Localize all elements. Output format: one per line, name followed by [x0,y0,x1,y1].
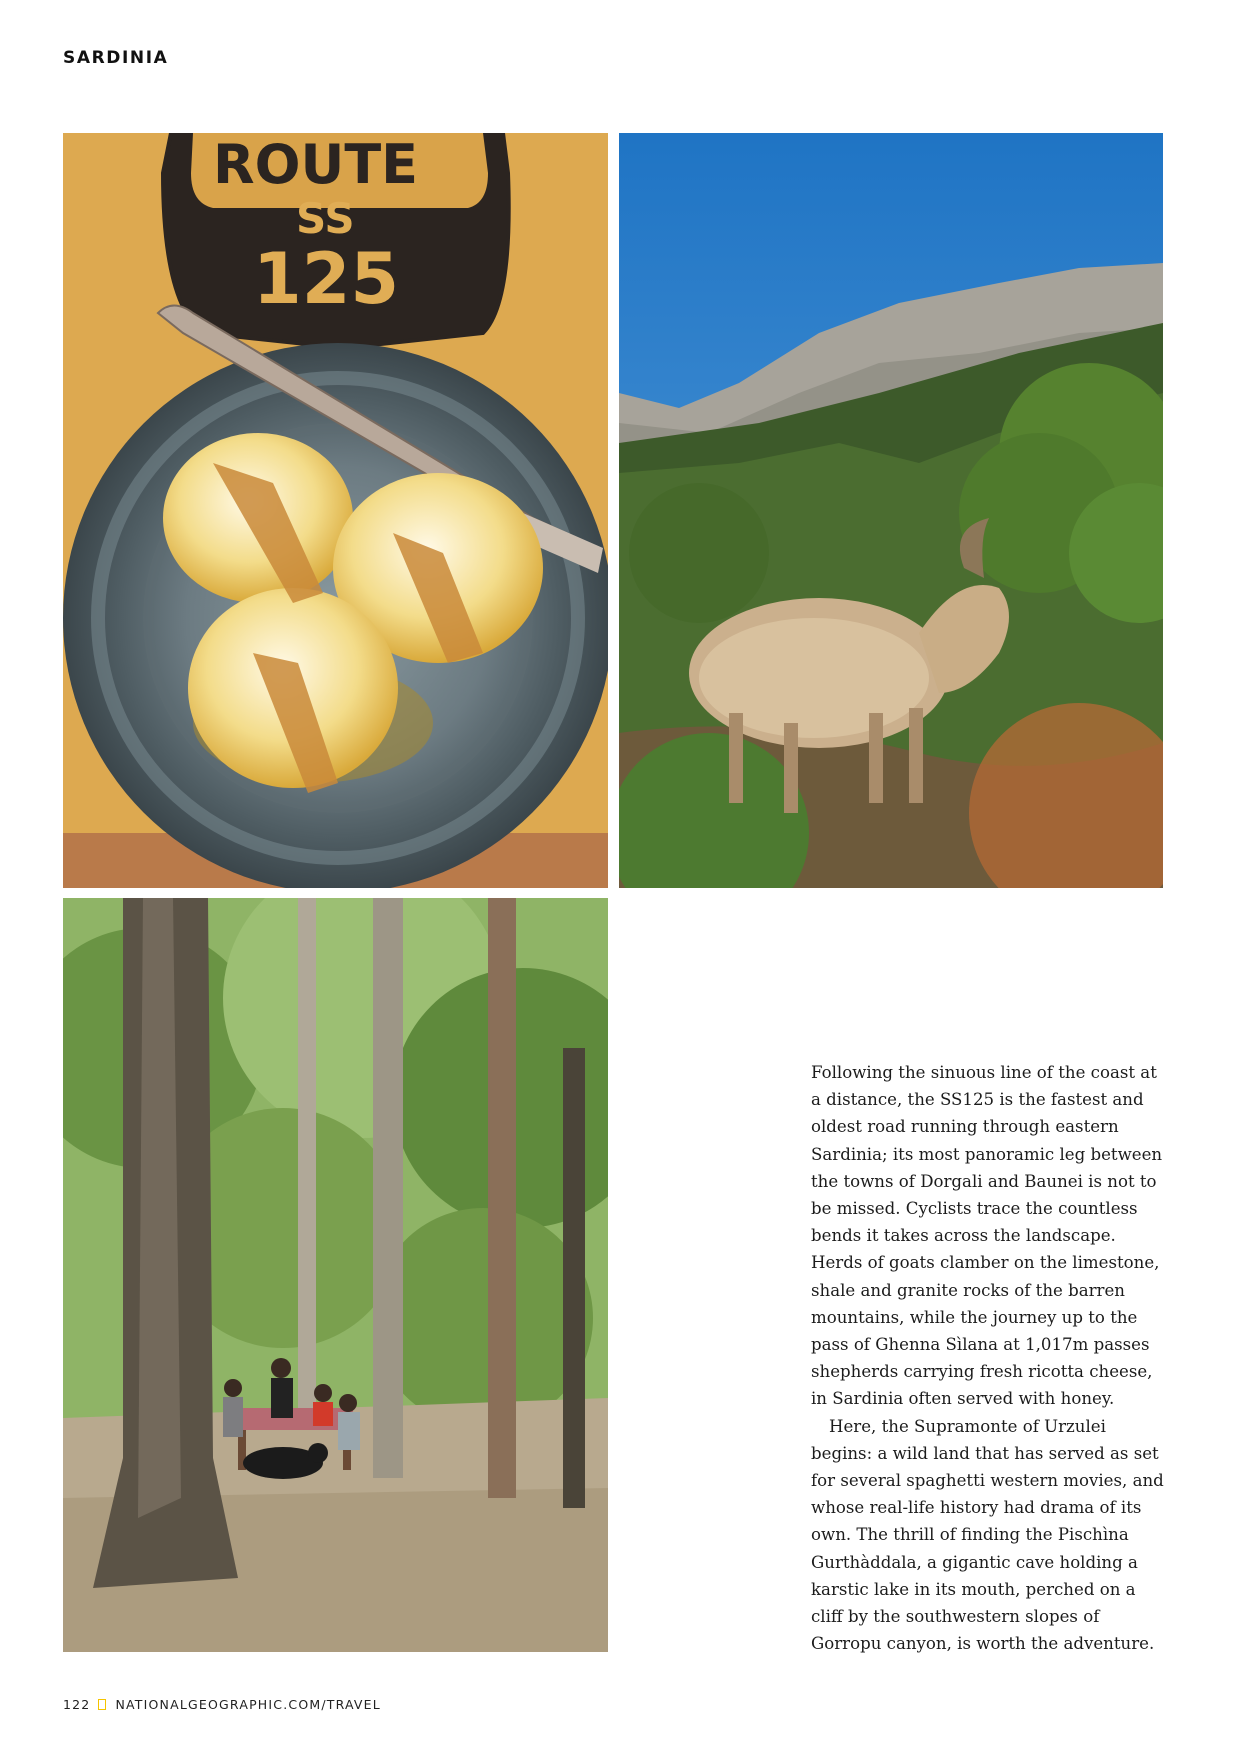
article-paragraph: Following the sinuous line of the coast … [811,1063,1163,1409]
photo-ricotta-dish: ROUTE SS 125 [63,133,608,888]
article-paragraph: Here, the Supramonte of Urzulei begins: … [811,1416,1164,1654]
article-body: Following the sinuous line of the coast … [811,1059,1171,1657]
footer-url: NATIONALGEOGRAPHIC.COM/TRAVEL [115,1697,381,1712]
photo-forest-picnic [63,898,608,1652]
sign-ss-text: SS [296,194,355,243]
sign-route-text: ROUTE [213,133,418,196]
page-footer: 122 NATIONALGEOGRAPHIC.COM/TRAVEL [63,1697,381,1712]
page-number: 122 [63,1697,91,1712]
section-label: SARDINIA [63,48,169,68]
yellow-border-logo-icon [98,1699,107,1710]
sign-number-text: 125 [253,238,399,320]
photo-goat-mountains [619,133,1163,888]
